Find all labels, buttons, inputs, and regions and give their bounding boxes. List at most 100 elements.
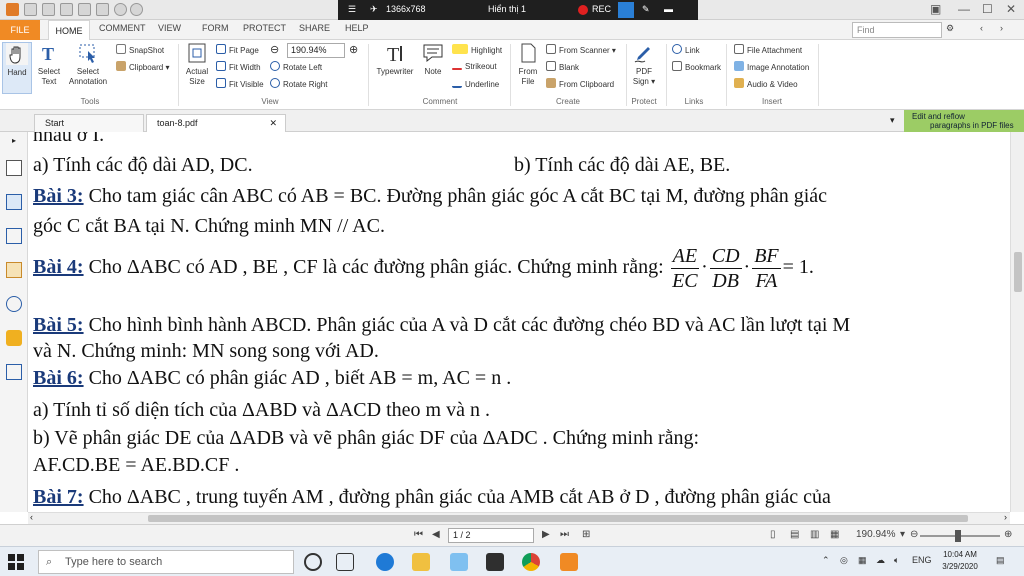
highlight-button[interactable]: Highlight bbox=[452, 44, 502, 58]
tab-file[interactable]: FILE bbox=[0, 20, 40, 40]
print-icon[interactable] bbox=[60, 3, 73, 16]
annotations-icon[interactable] bbox=[6, 228, 22, 244]
tab-start[interactable]: Start bbox=[34, 114, 144, 132]
vertical-scrollbar[interactable] bbox=[1010, 132, 1024, 512]
single-page-icon[interactable]: ▯ bbox=[770, 529, 776, 540]
pen-icon[interactable]: ✎ bbox=[642, 4, 650, 15]
blank-button[interactable]: Blank bbox=[546, 61, 579, 75]
vertical-scroll-thumb[interactable] bbox=[1014, 252, 1022, 292]
zoom-slider-knob[interactable] bbox=[955, 530, 961, 542]
hand-small-icon[interactable] bbox=[96, 3, 109, 16]
lock-icon[interactable] bbox=[6, 330, 22, 346]
layers-icon[interactable] bbox=[6, 194, 22, 210]
rec-label[interactable]: REC bbox=[592, 4, 611, 14]
from-file-button[interactable]: From File bbox=[514, 42, 542, 94]
app-icon[interactable] bbox=[486, 553, 504, 571]
tab-form[interactable]: FORM bbox=[202, 23, 229, 33]
signature-icon[interactable] bbox=[6, 364, 22, 380]
file-explorer-icon[interactable] bbox=[412, 553, 430, 571]
settings-gear-icon[interactable]: ⚙ bbox=[946, 23, 954, 34]
audio-video-button[interactable]: Audio & Video bbox=[734, 78, 798, 92]
tab-view[interactable]: VIEW bbox=[158, 23, 181, 33]
prev-page-icon[interactable]: ◀ bbox=[432, 529, 440, 540]
snapshot-button[interactable]: SnapShot bbox=[116, 44, 164, 58]
chrome-icon[interactable] bbox=[522, 553, 540, 571]
underline-button[interactable]: Underline bbox=[452, 78, 499, 92]
taskbar-search-input[interactable]: ⌕ Type here to search bbox=[38, 550, 294, 574]
continuous-facing-icon[interactable]: ▦ bbox=[830, 529, 839, 540]
save-icon[interactable] bbox=[42, 3, 55, 16]
close-icon[interactable]: ✕ bbox=[1006, 2, 1016, 16]
tab-protect[interactable]: PROTECT bbox=[243, 23, 286, 33]
menu-icon[interactable]: ☰ bbox=[348, 4, 356, 15]
next-page-icon[interactable]: ▶ bbox=[542, 529, 550, 540]
scroll-left-icon[interactable]: ‹ bbox=[30, 512, 33, 522]
image-annotation-button[interactable]: Image Annotation bbox=[734, 61, 809, 75]
tab-home[interactable]: HOME bbox=[48, 20, 90, 41]
zoom-in-icon[interactable]: ⊕ bbox=[349, 44, 358, 58]
pages-icon[interactable] bbox=[6, 160, 22, 176]
file-attachment-button[interactable]: File Attachment bbox=[734, 44, 802, 58]
horizontal-scrollbar[interactable]: ‹ › bbox=[28, 512, 1010, 524]
last-page-icon[interactable]: ⏭ bbox=[560, 529, 569, 540]
zoom-out-icon[interactable]: ⊖ bbox=[270, 44, 279, 58]
scroll-right-icon[interactable]: › bbox=[1004, 512, 1007, 522]
screen-icon[interactable] bbox=[618, 2, 634, 18]
fit-page-button[interactable]: Fit Page bbox=[216, 44, 259, 58]
zoom-out-icon[interactable]: ⊖ bbox=[910, 529, 918, 540]
attachment-icon[interactable] bbox=[6, 296, 22, 312]
comments-icon[interactable] bbox=[6, 262, 22, 278]
forward-icon[interactable]: › bbox=[1000, 23, 1003, 33]
rotate-left-button[interactable]: Rotate Left bbox=[270, 61, 322, 75]
pdf-page-view[interactable]: nhau ở I. a) Tính các độ dài AD, DC. b) … bbox=[28, 132, 1010, 512]
record-dot-icon[interactable] bbox=[578, 5, 588, 15]
task-view-icon[interactable] bbox=[336, 553, 354, 571]
tab-close-icon[interactable]: ✕ bbox=[269, 115, 277, 131]
clipboard-button[interactable]: Clipboard ▾ bbox=[116, 61, 170, 75]
foxit-icon[interactable] bbox=[560, 553, 578, 571]
facing-icon[interactable]: ▥ bbox=[810, 529, 819, 540]
volume-icon[interactable]: 🔈︎ bbox=[894, 555, 899, 566]
tab-help[interactable]: HELP bbox=[345, 23, 369, 33]
zoom-in-icon[interactable]: ⊕ bbox=[1004, 529, 1012, 540]
layout-icon[interactable]: ▣ bbox=[930, 2, 941, 16]
view-mode-icon[interactable]: ⊞ bbox=[582, 529, 590, 540]
notifications-icon[interactable]: ▤ bbox=[996, 555, 1005, 566]
page-number-select[interactable]: 1 / 2 bbox=[448, 528, 534, 543]
find-input[interactable]: Find bbox=[852, 22, 942, 38]
zoom-dropdown-icon[interactable]: ▾ bbox=[900, 529, 905, 540]
fit-width-button[interactable]: Fit Width bbox=[216, 61, 261, 75]
maximize-icon[interactable]: ☐ bbox=[982, 2, 993, 16]
edge-icon[interactable] bbox=[376, 553, 394, 571]
tray-app-icon[interactable]: ◎ bbox=[840, 555, 848, 566]
rotate-right-button[interactable]: Rotate Right bbox=[270, 78, 327, 92]
select-annotation-button[interactable]: Select Annotation bbox=[66, 42, 110, 94]
typewriter-button[interactable]: T Typewriter bbox=[372, 42, 418, 94]
windows-start-icon[interactable] bbox=[8, 554, 24, 570]
select-text-button[interactable]: T Select Text bbox=[34, 42, 64, 94]
hand-button[interactable]: Hand bbox=[2, 42, 32, 94]
language-indicator[interactable]: ENG bbox=[912, 555, 932, 565]
open-icon[interactable] bbox=[24, 3, 37, 16]
actual-size-button[interactable]: Actual Size bbox=[182, 42, 212, 94]
tab-comment[interactable]: COMMENT bbox=[99, 23, 146, 33]
bookmark-button[interactable]: Bookmark bbox=[672, 61, 721, 75]
tabs-dropdown-icon[interactable]: ▾ bbox=[890, 115, 895, 126]
edit-reflow-tip[interactable]: Edit and reflow paragraphs in PDF files bbox=[904, 110, 1024, 132]
redo-icon[interactable] bbox=[130, 3, 143, 16]
undo-icon[interactable] bbox=[114, 3, 127, 16]
collapse-icon[interactable]: ▬ bbox=[664, 4, 673, 14]
tab-toan-8[interactable]: toan-8.pdf ✕ bbox=[146, 114, 286, 132]
zoom-select[interactable]: 190.94% bbox=[287, 43, 345, 58]
tab-share[interactable]: SHARE bbox=[299, 23, 330, 33]
continuous-icon[interactable]: ▤ bbox=[790, 529, 799, 540]
horizontal-scroll-thumb[interactable] bbox=[148, 515, 968, 522]
note-button[interactable]: Note bbox=[420, 42, 446, 94]
from-clipboard-button[interactable]: From Clipboard bbox=[546, 78, 614, 92]
cloud-icon[interactable]: ☁ bbox=[876, 555, 885, 566]
fit-visible-button[interactable]: Fit Visible bbox=[216, 78, 264, 92]
expand-panel-icon[interactable]: ▸ bbox=[12, 136, 16, 145]
link-button[interactable]: Link bbox=[672, 44, 700, 58]
first-page-icon[interactable]: ⏮ bbox=[414, 529, 423, 540]
email-icon[interactable] bbox=[78, 3, 91, 16]
